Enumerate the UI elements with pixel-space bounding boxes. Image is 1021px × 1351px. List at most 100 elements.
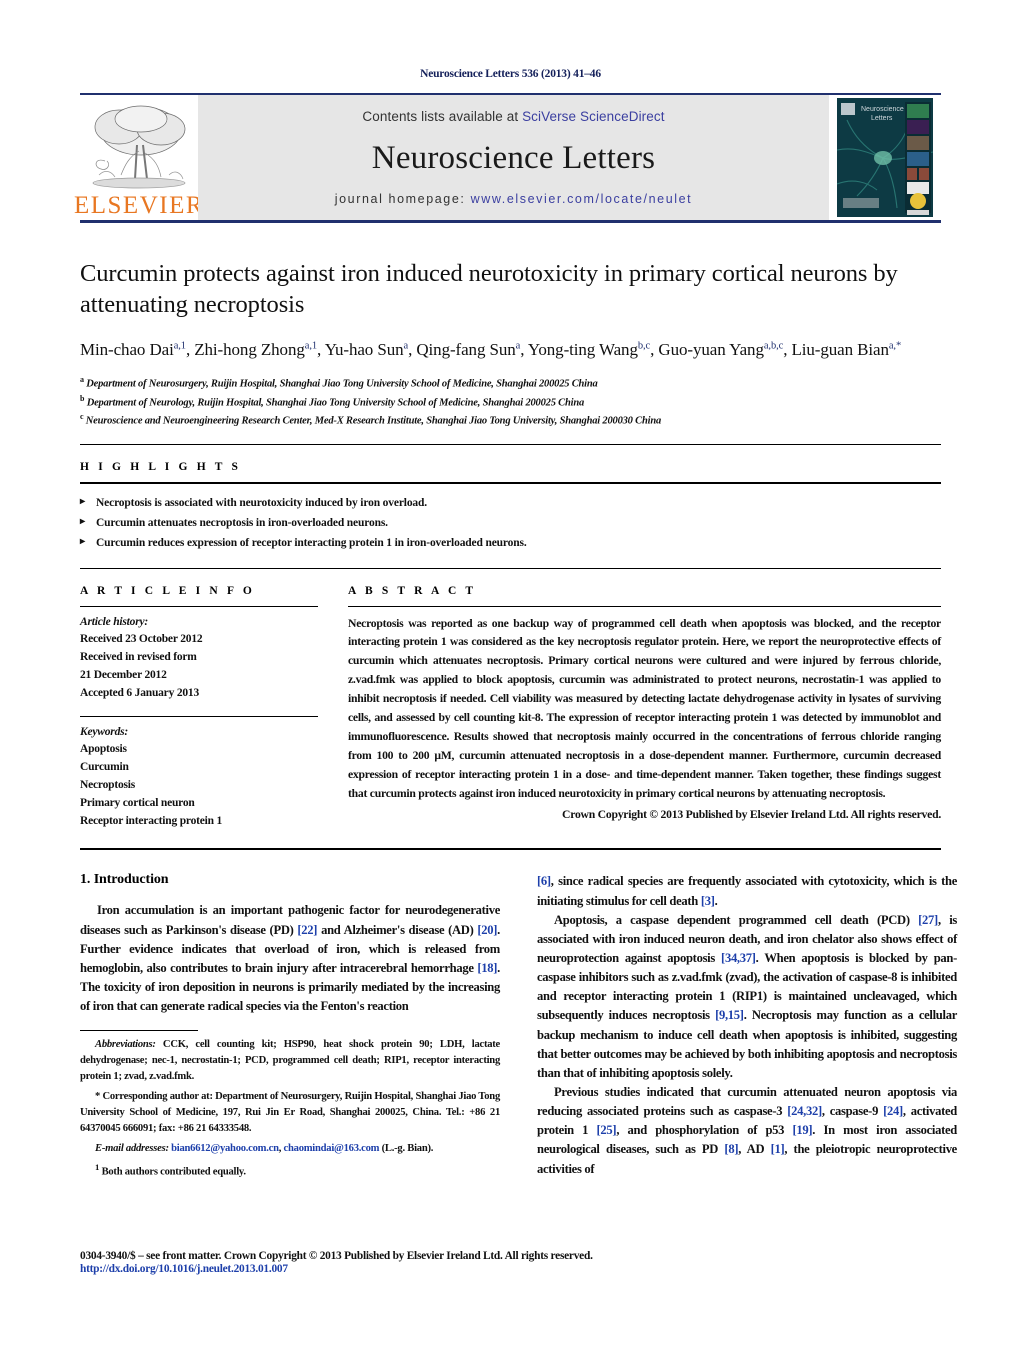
citation-link[interactable]: [9,15] <box>715 1008 744 1022</box>
keyword: Necroptosis <box>80 779 136 792</box>
keyword: Primary cortical neuron <box>80 796 195 809</box>
svg-text:Letters: Letters <box>871 115 893 122</box>
author-affil-marker: a,1 <box>304 340 318 352</box>
article-info-column: A R T I C L E I N F O Article history: R… <box>80 585 348 831</box>
divider-after-highlights <box>80 567 941 569</box>
footnote-rule <box>80 1030 198 1032</box>
article-history: Article history: Received 23 October 201… <box>80 614 318 703</box>
citation-link[interactable]: [18] <box>477 961 497 975</box>
history-received: Received 23 October 2012 <box>80 633 203 646</box>
highlights-list: ▸ Necroptosis is associated with neurotox… <box>80 493 941 553</box>
footer-doi-link[interactable]: http://dx.doi.org/10.1016/j.neulet.2013.… <box>80 1263 940 1275</box>
citation-link[interactable]: [34,37] <box>721 951 756 965</box>
abstract-heading: A B S T R A C T <box>348 584 477 597</box>
elsevier-wordmark: ELSEVIER <box>73 192 205 219</box>
svg-text:Neuroscience: Neuroscience <box>861 106 904 113</box>
abstract-text: Necroptosis was reported as one backup w… <box>348 616 941 801</box>
citation-link[interactable]: [24] <box>883 1104 903 1118</box>
keywords-rule <box>80 715 318 717</box>
citation-link[interactable]: [6] <box>537 874 551 888</box>
homepage-link[interactable]: www.elsevier.com/locate/neulet <box>471 192 693 206</box>
section-title-introduction: 1. Introduction <box>80 872 169 888</box>
journal-title: Neuroscience Letters <box>371 139 656 176</box>
body-columns: 1. Introduction Iron accumulation is an … <box>80 872 957 1180</box>
author: Zhi-hong Zhonga,1 <box>194 340 318 360</box>
page-title: Curcumin protects against iron induced n… <box>80 260 898 319</box>
author-affil-marker: b,c <box>637 340 651 352</box>
citation-link[interactable]: [24,32] <box>787 1104 822 1118</box>
footer-copyright: 0304-3940/$ – see front matter. Crown Co… <box>80 1250 593 1262</box>
author-affil-marker: a,b,c <box>763 340 784 352</box>
abstract-rule <box>348 605 941 607</box>
header-bottom-rule <box>80 220 941 223</box>
author-affil-marker: a <box>515 340 521 352</box>
highlights-heading: H I G H L I G H T S <box>80 461 242 474</box>
history-revised: Received in revised form <box>80 651 197 664</box>
list-item: ▸ Curcumin reduces expression of receptor… <box>80 533 941 553</box>
triangle-bullet-icon: ▸ <box>80 516 85 528</box>
author: Liu-guan Biana,* <box>791 340 902 360</box>
curcumin-paragraph: Previous studies indicated that curcumin… <box>537 1085 957 1176</box>
journal-homepage-line: journal homepage: www.elsevier.com/locat… <box>335 192 693 206</box>
keyword: Apoptosis <box>80 743 127 756</box>
affiliation-list: a Department of Neurosurgery, Ruijin Hos… <box>80 374 941 430</box>
intro-paragraph: Iron accumulation is an important pathog… <box>80 903 500 1014</box>
author: Guo-yuan Yanga,b,c <box>658 340 784 360</box>
list-item: ▸ Necroptosis is associated with neurotox… <box>80 493 941 513</box>
affiliation: a Department of Neurosurgery, Ruijin Hos… <box>80 374 598 390</box>
author-affil-marker: a,* <box>888 340 902 352</box>
author: Min-chao Daia,1 <box>80 340 186 360</box>
contents-list-line: Contents lists available at SciVerse Sci… <box>362 109 664 124</box>
apoptosis-paragraph: Apoptosis, a caspase dependent programme… <box>537 912 957 1080</box>
journal-cover-image: Neuroscience Letters <box>837 98 933 217</box>
sciencedirect-link[interactable]: SciVerse ScienceDirect <box>522 109 665 124</box>
divider-after-abstract <box>80 848 941 851</box>
citation-link[interactable]: [20] <box>477 923 497 937</box>
elsevier-logo: ELSEVIER <box>74 95 203 220</box>
citation-link[interactable]: [19] <box>793 1123 813 1137</box>
keyword: Curcumin <box>80 761 129 774</box>
journal-cover-thumbnail: Neuroscience Letters <box>829 95 941 220</box>
highlights-rule <box>80 482 941 485</box>
email-label: E-mail addresses: <box>95 1142 169 1154</box>
abbreviations-label: Abbreviations: <box>95 1039 156 1051</box>
keyword-list: Keywords: Apoptosis Curcumin Necroptosis… <box>80 724 318 831</box>
author: Yu-hao Suna <box>324 340 409 360</box>
author: Yong-ting Wangb,c <box>527 340 651 360</box>
divider-after-affiliations <box>80 444 941 446</box>
author-affil-marker: a <box>403 340 409 352</box>
affiliation: b Department of Neurology, Ruijin Hospit… <box>80 393 585 409</box>
article-history-label: Article history: <box>80 615 149 628</box>
footnote-abbreviations: Abbreviations: CCK, cell counting kit; H… <box>80 1039 500 1083</box>
history-revised-date: 21 December 2012 <box>80 668 167 681</box>
elsevier-tree-icon <box>92 105 186 189</box>
triangle-bullet-icon: ▸ <box>80 536 85 548</box>
email-link[interactable]: bian6612@yahoo.com.cn <box>171 1143 279 1154</box>
page-footer: 0304-3940/$ – see front matter. Crown Co… <box>80 1250 940 1275</box>
author-affil-marker: a,1 <box>173 340 186 352</box>
email-link[interactable]: chaomindai@163.com <box>284 1143 380 1154</box>
author-list: Min-chao Daia,1, Zhi-hong Zhonga,1, Yu-h… <box>80 340 902 360</box>
journal-header-center: Contents lists available at SciVerse Sci… <box>198 95 829 220</box>
list-item: ▸ Curcumin attenuates necroptosis in iron… <box>80 513 941 533</box>
body-right-column: [6], since radical species are frequentl… <box>537 872 957 1180</box>
keywords-label: Keywords: <box>80 725 129 738</box>
triangle-bullet-icon: ▸ <box>80 496 85 508</box>
paper-page: Neuroscience Letters 536 (2013) 41–46 EL… <box>0 0 1021 1351</box>
abstract-copyright: Crown Copyright © 2013 Published by Else… <box>562 808 941 822</box>
citation-link[interactable]: [22] <box>297 923 317 937</box>
affiliation: c Neuroscience and Neuroengineering Rese… <box>80 412 662 427</box>
abstract-column: A B S T R A C T Necroptosis was reported… <box>348 585 941 831</box>
contents-prefix: Contents lists available at <box>362 109 523 124</box>
homepage-prefix: journal homepage: <box>334 192 471 206</box>
citation-link[interactable]: [8] <box>724 1142 738 1156</box>
citation-link[interactable]: [25] <box>597 1123 617 1137</box>
citation-link[interactable]: [27] <box>918 913 938 927</box>
body-left-column: 1. Introduction Iron accumulation is an … <box>80 872 500 1180</box>
citation-link[interactable]: [1] <box>771 1142 785 1156</box>
journal-header: ELSEVIER Contents lists available at Sci… <box>74 93 941 223</box>
citation-link[interactable]: [3] <box>701 894 715 908</box>
author: Qing-fang Suna <box>416 340 521 360</box>
article-info-heading: A R T I C L E I N F O <box>80 584 255 597</box>
article-info-rule <box>80 605 318 607</box>
